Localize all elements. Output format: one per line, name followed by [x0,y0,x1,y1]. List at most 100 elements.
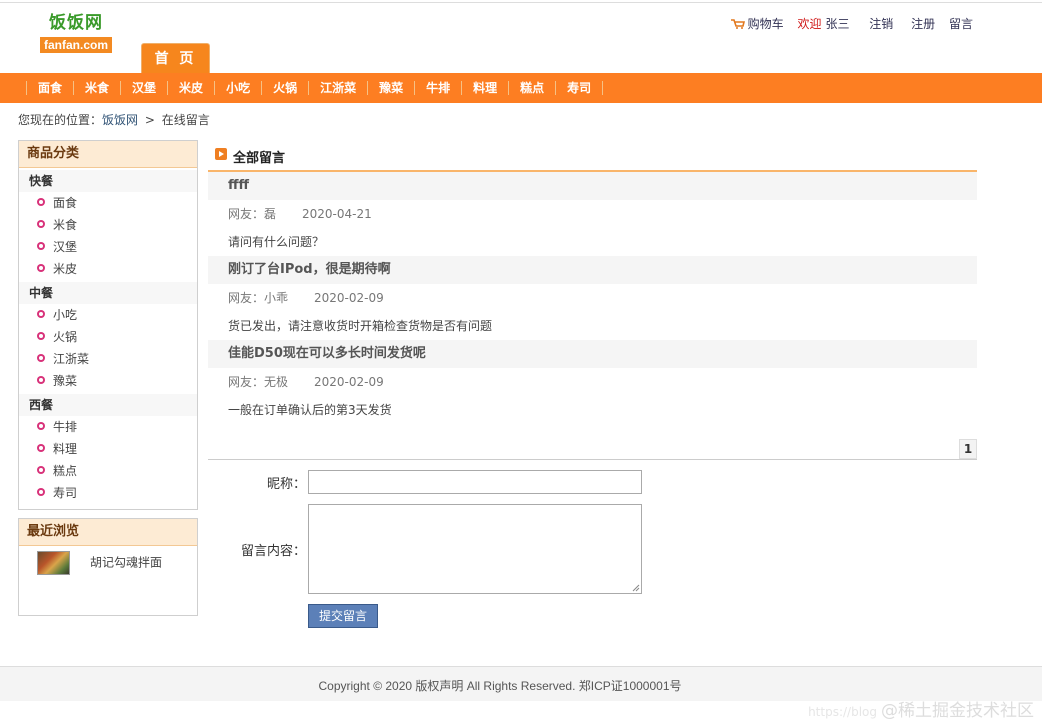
main-nav: 面食 米食 汉堡 米皮 小吃 火锅 江浙菜 豫菜 牛排 料理 糕点 寿司 [0,73,1042,103]
message-list-section: 全部留言 ffff 网友：磊 2020-04-21 请问有什么问题？ 刚订了台IPod，… [208,140,977,424]
recent-item-name[interactable]: 胡记勾魂拌面 [90,556,162,570]
message-item: 佳能D50现在可以多长时间发货呢网友：无极 2020-02-09 一般在订单确认后的… [208,340,977,424]
nav-item[interactable]: 豫菜 [367,81,414,95]
message-author: 网友：无极 [228,375,289,389]
register-link[interactable]: 注册 [911,17,935,31]
message-author: 网友：小乖 [228,291,289,305]
top-links: 购物车 欢迎 张三 注销 注册 留言 [721,15,973,32]
message-body: 请问有什么问题？ [228,235,325,249]
category-item-label[interactable]: 面食 [53,196,77,210]
content-textarea[interactable] [308,504,642,594]
message-meta: 网友：无极 2020-02-09 [208,368,977,396]
bullet-icon [37,220,45,228]
logout-link[interactable]: 注销 [869,17,893,31]
bullet-icon [37,444,45,452]
category-item-label[interactable]: 豫菜 [53,374,77,388]
nav-item[interactable]: 米皮 [167,81,214,95]
nickname-input[interactable] [308,470,642,494]
category-item[interactable]: 小吃 [19,304,197,326]
nav-item[interactable]: 江浙菜 [308,81,367,95]
breadcrumb-home-link[interactable]: 饭饭网 [102,113,138,127]
bullet-icon [37,466,45,474]
watermark-text: @稀土掘金技术社区 [881,701,1034,721]
category-item[interactable]: 牛排 [19,416,197,438]
recent-item-thumbnail[interactable] [37,551,70,575]
nav-item[interactable]: 牛排 [414,81,461,95]
message-title: ffff [208,172,977,200]
watermark: https://blog @稀土掘金技术社区 [808,696,1034,721]
bullet-icon [37,332,45,340]
nav-item[interactable]: 寿司 [555,81,602,95]
category-group-title: 西餐 [19,394,197,416]
nickname-label: 昵称： [266,477,306,492]
message-author: 网友：磊 [228,207,277,221]
bullet-icon [37,198,45,206]
category-item[interactable]: 米食 [19,214,197,236]
page-number[interactable]: 1 [959,439,977,459]
breadcrumb-separator: > [144,113,155,127]
message-title: 佳能D50现在可以多长时间发货呢 [208,340,977,368]
recent-panel-title: 最近浏览 [19,519,197,546]
category-item-label[interactable]: 米皮 [53,262,77,276]
category-item-label[interactable]: 牛排 [53,420,77,434]
submit-button[interactable]: 提交留言 [308,604,378,628]
category-item[interactable]: 米皮 [19,258,197,280]
category-item[interactable]: 糕点 [19,460,197,482]
message-list-title: 全部留言 [233,151,286,166]
cart-link[interactable]: 购物车 [730,17,788,31]
category-item-label[interactable]: 米食 [53,218,77,232]
category-group-title: 快餐 [19,170,197,192]
category-item[interactable]: 江浙菜 [19,348,197,370]
category-item-label[interactable]: 寿司 [53,486,77,500]
category-group-title: 中餐 [19,282,197,304]
nav-item[interactable]: 糕点 [508,81,555,95]
category-item-label[interactable]: 糕点 [53,464,77,478]
nav-item[interactable]: 汉堡 [120,81,167,95]
logo-text-cn: 饭饭网 [49,13,103,33]
bullet-icon [37,310,45,318]
category-item-label[interactable]: 汉堡 [53,240,77,254]
category-item-label[interactable]: 江浙菜 [53,352,89,366]
tab-home[interactable]: 首 页 [141,43,210,74]
bullet-icon [37,422,45,430]
logo-text-en: fanfan.com [40,37,113,53]
message-body: 一般在订单确认后的第3天发货 [228,403,392,417]
user-name[interactable]: 张三 [825,17,849,31]
category-item[interactable]: 料理 [19,438,197,460]
message-body: 货已发出，请注意收货时开箱检查货物是否有问题 [228,319,493,333]
message-item: ffff 网友：磊 2020-04-21 请问有什么问题？ [208,172,977,256]
top-divider [0,2,1042,3]
category-item-label[interactable]: 小吃 [53,308,77,322]
nav-item[interactable]: 面食 [26,81,73,95]
category-panel-title: 商品分类 [19,141,197,168]
nav-item[interactable]: 米食 [73,81,120,95]
message-date: 2020-04-21 [302,207,372,221]
watermark-url: https://blog [808,705,877,719]
message-meta: 网友：小乖 2020-02-09 [208,284,977,312]
breadcrumb: 您现在的位置：饭饭网 > 在线留言 [18,111,210,128]
welcome-text: 欢迎 [797,17,822,31]
resize-handle-icon[interactable] [632,584,640,592]
category-item[interactable]: 火锅 [19,326,197,348]
nav-item[interactable]: 小吃 [214,81,261,95]
message-title: 刚订了台IPod，很是期待啊 [208,256,977,284]
bullet-icon [37,354,45,362]
site-logo[interactable]: 饭饭网 fanfan.com [40,12,120,53]
category-item[interactable]: 汉堡 [19,236,197,258]
recent-panel: 最近浏览 胡记勾魂拌面 [18,518,198,616]
nav-item[interactable]: 火锅 [261,81,308,95]
category-item-label[interactable]: 火锅 [53,330,77,344]
message-link[interactable]: 留言 [949,17,973,31]
category-item-label[interactable]: 料理 [53,442,77,456]
recent-item[interactable]: 胡记勾魂拌面 [19,551,197,575]
bullet-icon [37,264,45,272]
message-list-header: 全部留言 [208,140,977,172]
message-date: 2020-02-09 [314,291,384,305]
copyright-text: Copyright © 2020 版权声明 All Rights Reserve… [318,679,682,693]
category-item[interactable]: 面食 [19,192,197,214]
message-date: 2020-02-09 [314,375,384,389]
category-item[interactable]: 寿司 [19,482,197,504]
cart-icon [730,19,745,29]
category-item[interactable]: 豫菜 [19,370,197,392]
nav-item[interactable]: 料理 [461,81,508,95]
